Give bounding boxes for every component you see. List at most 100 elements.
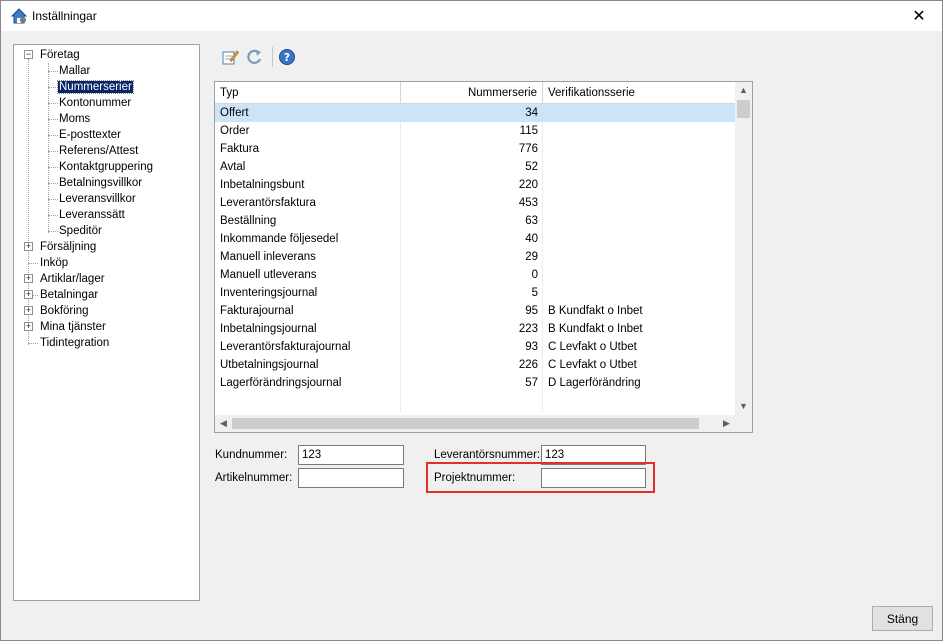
- tree-item-betalningar[interactable]: Betalningar: [39, 287, 99, 303]
- tree-connector: [48, 183, 58, 184]
- settings-window: Inställningar ✕ − + + + + + Företag Mall…: [0, 0, 943, 641]
- tree-item-inkop[interactable]: Inköp: [39, 255, 69, 271]
- table-row[interactable]: Beställning 63: [215, 212, 735, 230]
- tree-item-forsaljning[interactable]: Försäljning: [39, 239, 97, 255]
- table-row[interactable]: Fakturajournal 95 B Kundfakt o Inbet: [215, 302, 735, 320]
- table-row[interactable]: Utbetalningsjournal 226 C Levfakt o Utbet: [215, 356, 735, 374]
- cell-nummerserie: 95: [525, 305, 538, 317]
- tree-item-kontaktgruppering[interactable]: Kontaktgruppering: [58, 159, 154, 175]
- cell-typ: Leverantörsfaktura: [220, 197, 316, 209]
- tree-expand-icon[interactable]: +: [24, 322, 33, 331]
- svg-text:?: ?: [284, 51, 290, 64]
- horizontal-scrollbar[interactable]: ◀ ▶: [215, 415, 735, 432]
- refresh-icon[interactable]: [245, 48, 263, 66]
- table-row[interactable]: Lagerförändringsjournal 57 D Lagerförändri…: [215, 374, 735, 392]
- horizontal-scroll-thumb[interactable]: [232, 418, 699, 429]
- cell-typ: Inkommande följesedel: [220, 233, 339, 245]
- help-icon[interactable]: ?: [278, 48, 296, 66]
- tree-item-label: Referens/Attest: [59, 145, 139, 157]
- table-row[interactable]: Offert 34: [215, 104, 735, 122]
- close-icon: ✕: [912, 8, 926, 25]
- table-row[interactable]: Faktura 776: [215, 140, 735, 158]
- title-bar: Inställningar ✕: [1, 1, 942, 31]
- tree-item-label: E-posttexter: [59, 129, 121, 141]
- tree-item-leveransvillkor[interactable]: Leveransvillkor: [58, 191, 137, 207]
- stang-button[interactable]: Stäng: [872, 606, 933, 631]
- settings-tree[interactable]: − + + + + + Företag Mallar Nummerserier …: [13, 44, 200, 601]
- tree-item-leveranssatt[interactable]: Leveranssätt: [58, 207, 126, 223]
- tree-item-kontonummer[interactable]: Kontonummer: [58, 95, 132, 111]
- vertical-scroll-thumb[interactable]: [737, 100, 750, 118]
- cell-nummerserie: 57: [525, 377, 538, 389]
- tree-item-bokforing[interactable]: Bokföring: [39, 303, 90, 319]
- artikelnummer-input[interactable]: [298, 468, 404, 488]
- projektnummer-input[interactable]: [541, 468, 646, 488]
- tree-item-betalningsvillkor[interactable]: Betalningsvillkor: [58, 175, 143, 191]
- tree-item-artiklar-lager[interactable]: Artiklar/lager: [39, 271, 106, 287]
- tree-item-mina-tjanster[interactable]: Mina tjänster: [39, 319, 107, 335]
- tree-item-speditor[interactable]: Speditör: [58, 223, 103, 239]
- tree-connector: [48, 151, 58, 152]
- tree-item-label: Betalningsvillkor: [59, 177, 143, 189]
- tree-item-referens-attest[interactable]: Referens/Attest: [58, 143, 139, 159]
- tree-expand-icon[interactable]: +: [24, 242, 33, 251]
- leverantorsnummer-label: Leverantörsnummer:: [434, 449, 541, 461]
- grid-header: Typ Nummerserie Verifikationsserie: [215, 82, 735, 104]
- nummerserie-grid[interactable]: Typ Nummerserie Verifikationsserie Offer…: [214, 81, 753, 433]
- table-row[interactable]: Inbetalningsbunt 220: [215, 176, 735, 194]
- cell-verifikationsserie: [543, 266, 735, 284]
- scroll-right-icon[interactable]: ▶: [718, 415, 735, 432]
- column-header-nummerserie[interactable]: Nummerserie: [401, 82, 543, 104]
- table-row[interactable]: Manuell utleverans 0: [215, 266, 735, 284]
- cell-typ: Fakturajournal: [220, 305, 294, 317]
- tree-item-moms[interactable]: Moms: [58, 111, 91, 127]
- table-row[interactable]: Leverantörsfakturajournal 93 C Levfakt o U…: [215, 338, 735, 356]
- cell-verifikationsserie: [543, 230, 735, 248]
- table-row[interactable]: Inkommande följesedel 40: [215, 230, 735, 248]
- cell-verifikationsserie: B Kundfakt o Inbet: [548, 305, 643, 317]
- tree-item-label: Tidintegration: [40, 337, 110, 349]
- tree-item-tidintegration[interactable]: Tidintegration: [39, 335, 110, 351]
- kundnummer-input[interactable]: [298, 445, 404, 465]
- table-row[interactable]: Inbetalningsjournal 223 B Kundfakt o Inbet: [215, 320, 735, 338]
- kundnummer-label: Kundnummer:: [215, 449, 288, 461]
- scroll-left-icon[interactable]: ◀: [215, 415, 232, 432]
- cell-typ: Lagerförändringsjournal: [220, 377, 342, 389]
- tree-connector: [48, 119, 58, 120]
- tree-item-foretag[interactable]: Företag: [39, 47, 81, 63]
- table-row[interactable]: Avtal 52: [215, 158, 735, 176]
- cell-typ: Inbetalningsbunt: [220, 179, 305, 191]
- table-row[interactable]: Leverantörsfaktura 453: [215, 194, 735, 212]
- cell-nummerserie: 93: [525, 341, 538, 353]
- scroll-up-icon[interactable]: ▲: [735, 82, 752, 99]
- tree-expand-icon[interactable]: +: [24, 274, 33, 283]
- tree-item-label: Leveransvillkor: [59, 193, 136, 205]
- close-button[interactable]: ✕: [896, 1, 942, 31]
- tree-expand-icon[interactable]: +: [24, 290, 33, 299]
- column-header-verifikationsserie[interactable]: Verifikationsserie: [543, 82, 735, 104]
- tree-connector: [48, 199, 58, 200]
- cell-verifikationsserie: [543, 212, 735, 230]
- tree-item-nummerserier[interactable]: Nummerserier: [57, 79, 134, 95]
- tree-expand-icon[interactable]: +: [24, 306, 33, 315]
- tree-collapse-icon[interactable]: −: [24, 50, 33, 59]
- scroll-corner: [735, 415, 752, 432]
- scroll-down-icon[interactable]: ▼: [735, 398, 752, 415]
- tree-item-mallar[interactable]: Mallar: [58, 63, 91, 79]
- window-title: Inställningar: [32, 9, 97, 23]
- table-row[interactable]: Manuell inleverans 29: [215, 248, 735, 266]
- edit-icon[interactable]: [221, 48, 239, 66]
- tree-item-label: Mallar: [59, 65, 91, 77]
- table-row[interactable]: Inventeringsjournal 5: [215, 284, 735, 302]
- tree-connector: [28, 59, 29, 345]
- cell-nummerserie: 220: [518, 179, 538, 191]
- table-row[interactable]: Order 115: [215, 122, 735, 140]
- cell-nummerserie: 29: [525, 251, 538, 263]
- vertical-scrollbar[interactable]: ▲ ▼: [735, 82, 752, 415]
- tree-connector: [48, 103, 58, 104]
- tree-item-e-posttexter[interactable]: E-posttexter: [58, 127, 122, 143]
- projektnummer-label: Projektnummer:: [434, 472, 516, 484]
- tree-connector: [48, 231, 58, 232]
- tree-item-label: Speditör: [59, 225, 102, 237]
- column-header-typ[interactable]: Typ: [215, 82, 401, 104]
